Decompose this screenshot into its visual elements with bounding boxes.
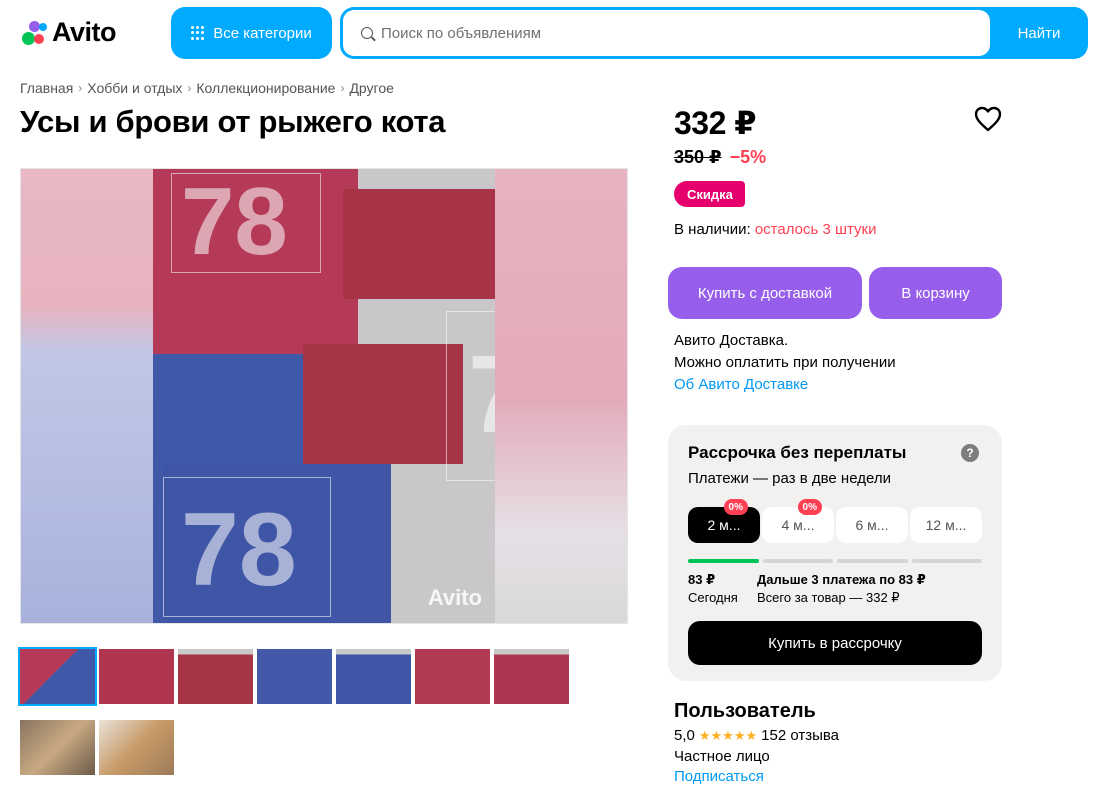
- sale-badge: Скидка: [674, 181, 745, 207]
- thumbnail[interactable]: [99, 649, 174, 704]
- watermark-78: 78: [181, 169, 288, 275]
- payment-progress: [688, 559, 982, 563]
- avito-watermark: Avito: [427, 585, 482, 610]
- breadcrumb-home[interactable]: Главная: [20, 80, 73, 96]
- zero-percent-badge: 0%: [797, 499, 822, 515]
- term-12-months[interactable]: 12 м...: [910, 507, 982, 543]
- search-field[interactable]: [343, 10, 990, 56]
- breadcrumb: Главная › Хобби и отдых › Коллекциониров…: [20, 80, 394, 96]
- all-categories-label: Все категории: [213, 24, 312, 42]
- buy-installment-button[interactable]: Купить в рассрочку: [688, 621, 982, 665]
- thumbnail[interactable]: [494, 649, 569, 704]
- buy-with-delivery-button[interactable]: Купить с доставкой: [668, 267, 862, 319]
- breadcrumb-collecting[interactable]: Коллекционирование: [196, 80, 335, 96]
- payment-segment: [688, 559, 759, 563]
- favorite-heart-icon[interactable]: [974, 106, 1002, 132]
- stock-label: В наличии:: [674, 221, 751, 238]
- logo-dots-icon: [20, 18, 48, 46]
- delivery-info-link[interactable]: Об Авито Доставке: [674, 376, 808, 393]
- main-photo[interactable]: 78 78 78 Avito: [20, 168, 628, 624]
- rest-payments: Дальше 3 платежа по 83 ₽ Всего за товар …: [757, 571, 926, 607]
- rest-payments-amount: Дальше 3 платежа по 83 ₽: [757, 572, 926, 587]
- price: 332 ₽: [674, 105, 757, 141]
- thumbnail[interactable]: [336, 649, 411, 704]
- chevron-right-icon: ›: [187, 81, 192, 95]
- watermark-78: 78: [468, 331, 495, 458]
- chevron-right-icon: ›: [340, 81, 345, 95]
- old-price-row: 350 ₽ −5%: [674, 147, 766, 168]
- all-categories-button[interactable]: Все категории: [171, 7, 332, 59]
- search-icon: [361, 27, 373, 39]
- thumbnail[interactable]: [20, 720, 95, 775]
- payment-segment: [837, 559, 908, 563]
- term-6-months[interactable]: 6 м...: [836, 507, 908, 543]
- grid-dots-icon: [191, 26, 205, 40]
- stock-status: В наличии: осталось 3 штуки: [674, 221, 877, 238]
- total-label: Всего за товар — 332 ₽: [757, 590, 900, 605]
- thumbnail[interactable]: [18, 647, 97, 706]
- term-label: 6 м...: [855, 517, 889, 533]
- photo-blur-left: [21, 169, 153, 623]
- help-icon[interactable]: ?: [961, 444, 979, 462]
- star-rating-icon: ★★★★★: [698, 727, 758, 743]
- payment-segment: [911, 559, 982, 563]
- first-payment: 83 ₽ Сегодня: [688, 571, 738, 607]
- zero-percent-badge: 0%: [723, 499, 748, 515]
- subscribe-link[interactable]: Подписаться: [674, 768, 839, 785]
- thumbnail[interactable]: [178, 649, 253, 704]
- payment-segment: [762, 559, 833, 563]
- term-2-months[interactable]: 2 м... 0%: [688, 499, 760, 543]
- seller-block: Пользователь 5,0 ★★★★★ 152 отзыва Частно…: [674, 700, 839, 785]
- thumbnail[interactable]: [415, 649, 490, 704]
- logo-text: Avito: [52, 16, 117, 47]
- stock-count: осталось 3 штуки: [754, 221, 877, 238]
- thumbnail[interactable]: [257, 649, 332, 704]
- installment-subtitle: Платежи — раз в две недели: [688, 470, 891, 487]
- photo-blur-right: [493, 169, 627, 623]
- term-label: 4 м...: [781, 517, 815, 533]
- term-label: 2 м...: [707, 517, 741, 533]
- term-4-months[interactable]: 4 м... 0%: [762, 499, 834, 543]
- seller-name[interactable]: Пользователь: [674, 700, 839, 723]
- delivery-line-1: Авито Доставка.: [674, 332, 789, 349]
- product-photo: 78 78 78: [153, 169, 495, 623]
- installment-title: Рассрочка без переплаты: [688, 443, 907, 462]
- seller-rating[interactable]: 5,0 ★★★★★ 152 отзыва: [674, 727, 839, 744]
- search-bar: Найти: [340, 7, 1088, 59]
- old-price: 350 ₽: [674, 147, 722, 167]
- search-input[interactable]: [381, 24, 941, 42]
- avito-logo[interactable]: Avito: [20, 16, 117, 48]
- add-to-cart-button[interactable]: В корзину: [869, 267, 1002, 319]
- reviews-count: 152 отзыва: [761, 727, 840, 744]
- rating-value: 5,0: [674, 727, 695, 744]
- installment-card: Рассрочка без переплаты ? Платежи — раз …: [668, 425, 1002, 681]
- seller-type: Частное лицо: [674, 748, 770, 765]
- discount-percent: −5%: [729, 147, 767, 167]
- term-label: 12 м...: [925, 517, 967, 533]
- chevron-right-icon: ›: [78, 81, 83, 95]
- breadcrumb-other[interactable]: Другое: [349, 80, 393, 96]
- delivery-info: Авито Доставка. Можно оплатить при получ…: [674, 330, 896, 396]
- first-payment-amount: 83 ₽: [688, 572, 716, 587]
- first-payment-label: Сегодня: [688, 590, 738, 605]
- delivery-line-2: Можно оплатить при получении: [674, 354, 896, 371]
- breadcrumb-hobby[interactable]: Хобби и отдых: [87, 80, 182, 96]
- watermark-78: 78: [181, 492, 297, 608]
- search-submit-button[interactable]: Найти: [990, 7, 1088, 59]
- thumbnail[interactable]: [99, 720, 174, 775]
- listing-title: Усы и брови от рыжего кота: [20, 104, 446, 139]
